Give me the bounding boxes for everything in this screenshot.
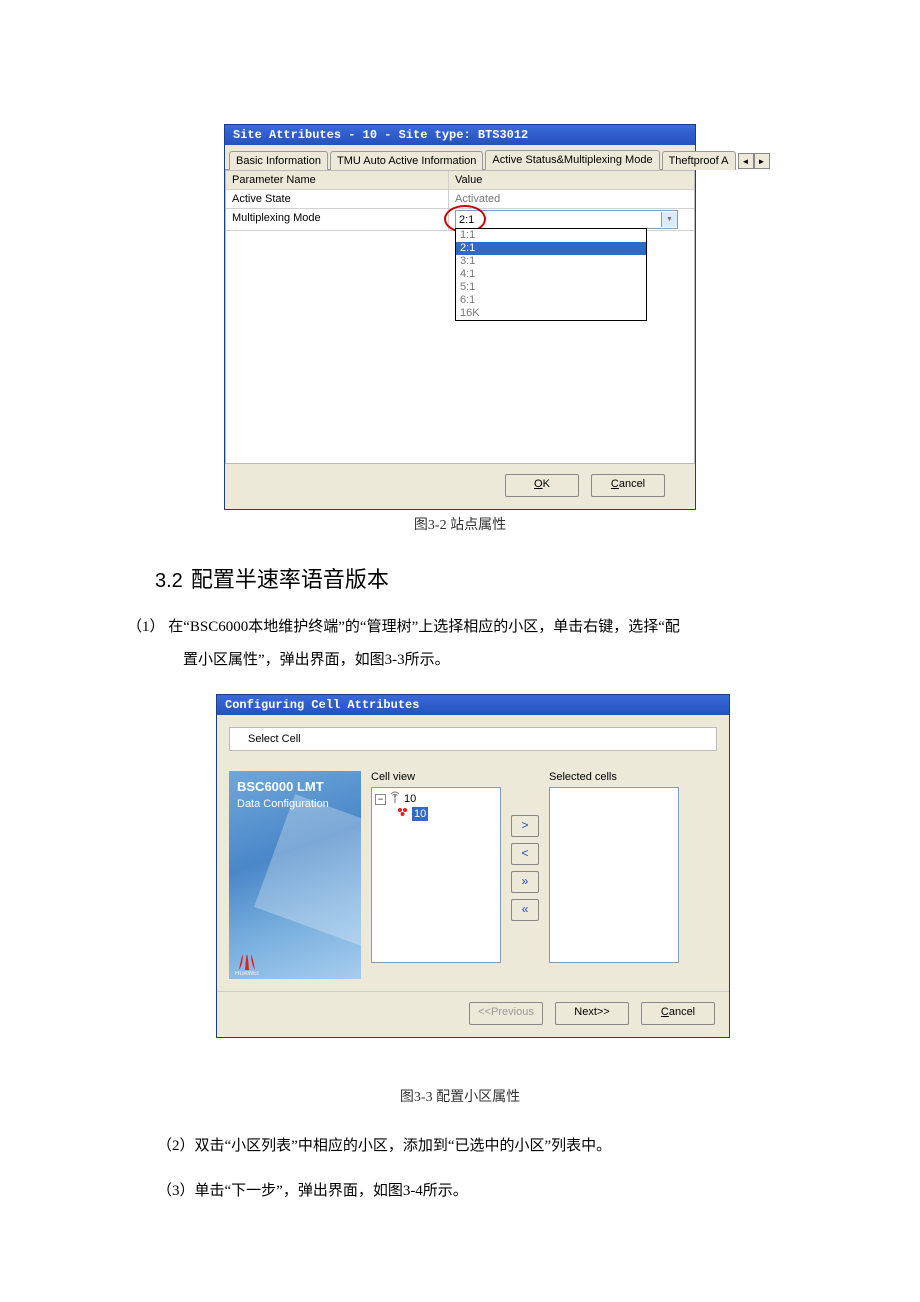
remove-all-button[interactable]: « — [511, 899, 539, 921]
cell-view-column: Cell view − 10 10 — [371, 771, 501, 963]
tab-scroll: ◄ ► — [738, 153, 770, 169]
multiplexing-combobox[interactable]: ▼ — [455, 210, 678, 229]
tree-child-node[interactable]: 10 — [375, 807, 497, 821]
paragraph-3: （3）单击“下一步”，弹出界面，如图3-4所示。 — [157, 1175, 797, 1208]
section-heading-3-2: 3.2 配置半速率语音版本 — [155, 562, 389, 594]
tab-tmu-auto-active[interactable]: TMU Auto Active Information — [330, 151, 483, 170]
option-6-1[interactable]: 6:1 — [456, 294, 646, 307]
dialog-title: Site Attributes - 10 - Site type: BTS301… — [225, 125, 695, 145]
tab-theftproof[interactable]: Theftproof A — [662, 151, 736, 170]
value-multiplexing-mode: ▼ 1:1 2:1 3:1 4:1 5:1 6:1 16K — [449, 209, 694, 230]
multiplexing-combo-wrap: ▼ 1:1 2:1 3:1 4:1 5:1 6:1 16K — [455, 210, 678, 229]
option-3-1[interactable]: 3:1 — [456, 255, 646, 268]
value-active-state: Activated — [449, 190, 694, 208]
figure-caption-3-3: 图3-3 配置小区属性 — [0, 1086, 920, 1106]
cancel-button-2[interactable]: Cancel — [641, 1002, 715, 1025]
cell-view-label: Cell view — [371, 771, 501, 783]
option-4-1[interactable]: 4:1 — [456, 268, 646, 281]
tab-scroll-right-icon[interactable]: ► — [754, 153, 770, 169]
transfer-buttons: > < » « — [511, 771, 539, 921]
tree-collapse-icon[interactable]: − — [375, 794, 386, 805]
option-16k[interactable]: 16K — [456, 307, 646, 320]
next-button[interactable]: Next>> — [555, 1002, 629, 1025]
selected-cells-column: Selected cells — [549, 771, 679, 963]
tree-root-node[interactable]: − 10 — [375, 791, 497, 807]
decorative-shape-icon — [254, 794, 361, 948]
tree-root-label: 10 — [404, 792, 416, 806]
dialog2-title: Configuring Cell Attributes — [217, 695, 729, 715]
parameter-grid: Parameter Name Value Active State Activa… — [225, 170, 695, 464]
selected-cells-label: Selected cells — [549, 771, 679, 783]
paragraph-1-line-b: 置小区属性”，弹出界面，如图3-3所示。 — [183, 644, 803, 677]
configuring-cell-attributes-dialog: Configuring Cell Attributes Select Cell … — [216, 694, 730, 1038]
cell-icon — [397, 807, 409, 821]
dropdown-arrow-icon[interactable]: ▼ — [661, 212, 677, 227]
site-attributes-dialog: Site Attributes - 10 - Site type: BTS301… — [224, 124, 696, 510]
cell-view-listbox[interactable]: − 10 10 — [371, 787, 501, 963]
tab-scroll-left-icon[interactable]: ◄ — [738, 153, 754, 169]
side-line1: BSC6000 LMT — [237, 779, 353, 794]
antenna-icon — [389, 791, 401, 807]
heading-number: 3.2 — [155, 570, 183, 592]
add-all-button[interactable]: » — [511, 871, 539, 893]
param-multiplexing-mode: Multiplexing Mode — [226, 209, 449, 230]
option-1-1[interactable]: 1:1 — [456, 229, 646, 242]
heading-text: 配置半速率语音版本 — [191, 567, 389, 592]
dialog2-buttons: <<Previous Next>> Cancel — [217, 991, 729, 1037]
cancel-button[interactable]: Cancel — [591, 474, 665, 497]
tab-basic-information[interactable]: Basic Information — [229, 151, 328, 170]
tab-active-status-multiplexing[interactable]: Active Status&Multiplexing Mode — [485, 150, 659, 170]
brand-text: HUAWEI — [235, 971, 259, 977]
row-active-state: Active State Activated — [226, 190, 694, 209]
figure-caption-3-2: 图3-2 站点属性 — [0, 514, 920, 534]
option-5-1[interactable]: 5:1 — [456, 281, 646, 294]
multiplexing-dropdown[interactable]: 1:1 2:1 3:1 4:1 5:1 6:1 16K — [455, 228, 647, 321]
paragraph-1-line-a: （1） 在“BSC6000本地维护终端”的“管理树”上选择相应的小区，单击右键，… — [127, 611, 807, 644]
selected-cells-listbox[interactable] — [549, 787, 679, 963]
previous-button[interactable]: <<Previous — [469, 1002, 543, 1025]
ok-button[interactable]: OK — [505, 474, 579, 497]
select-cell-header: Select Cell — [229, 727, 717, 751]
tree-child-label: 10 — [412, 807, 428, 821]
grid-header: Parameter Name Value — [226, 171, 694, 190]
param-active-state: Active State — [226, 190, 449, 208]
option-2-1[interactable]: 2:1 — [456, 242, 646, 255]
dialog-body: Basic Information TMU Auto Active Inform… — [225, 145, 695, 509]
dialog2-main: BSC6000 LMT Data Configuration HUAWEI Ce… — [229, 771, 717, 979]
remove-button[interactable]: < — [511, 843, 539, 865]
paragraph-2: （2）双击“小区列表”中相应的小区，添加到“已选中的小区”列表中。 — [157, 1130, 797, 1163]
dialog2-body: Select Cell BSC6000 LMT Data Configurati… — [217, 715, 729, 991]
row-multiplexing-mode: Multiplexing Mode ▼ 1:1 2:1 3:1 4:1 — [226, 209, 694, 231]
header-param: Parameter Name — [226, 171, 449, 189]
side-panel: BSC6000 LMT Data Configuration HUAWEI — [229, 771, 361, 979]
dialog1-buttons: OK Cancel — [225, 464, 695, 509]
add-button[interactable]: > — [511, 815, 539, 837]
tab-strip: Basic Information TMU Auto Active Inform… — [225, 145, 695, 170]
header-value: Value — [449, 171, 694, 189]
multiplexing-input[interactable] — [456, 212, 661, 227]
